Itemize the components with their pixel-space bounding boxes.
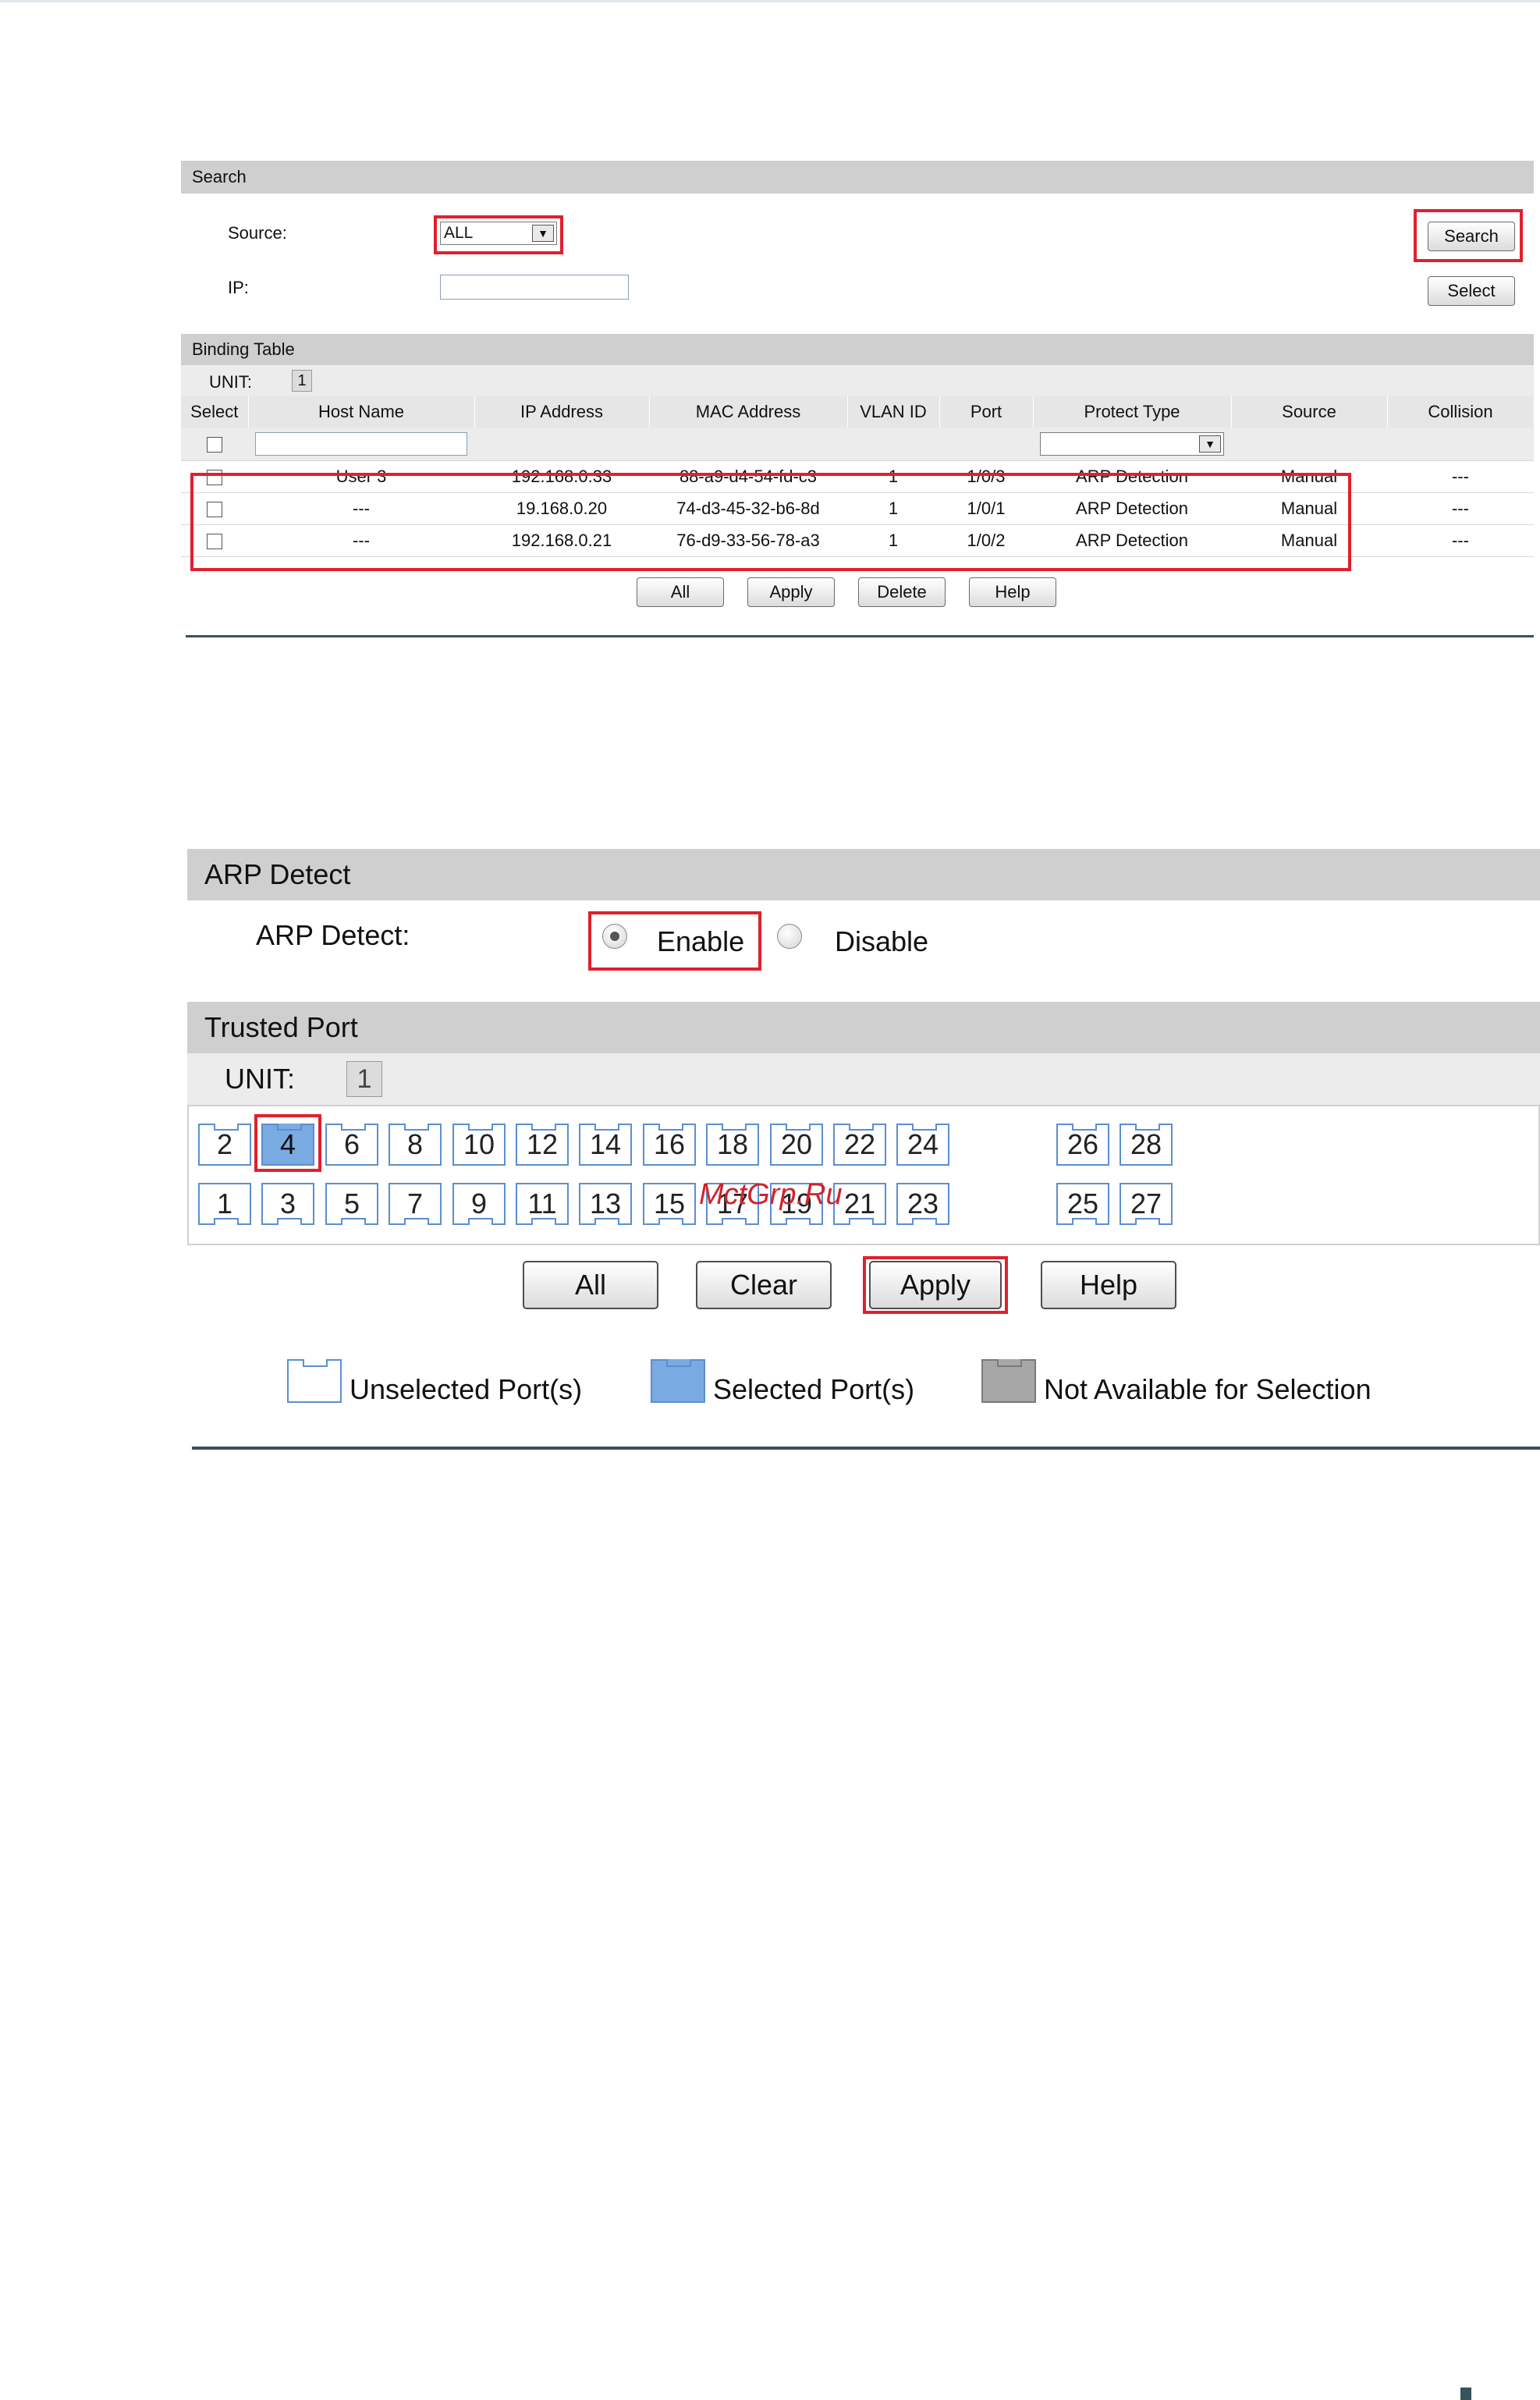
port-5[interactable]: 5 [325,1183,378,1225]
port-8[interactable]: 8 [389,1124,442,1166]
column-header: Host Name [248,396,475,428]
port-18[interactable]: 18 [706,1124,759,1166]
column-header: Source [1231,396,1388,428]
column-header: Port [939,396,1034,428]
top-rule [0,0,1540,2]
watermark: MctGrp.Ru [699,1178,843,1211]
port-10[interactable]: 10 [452,1124,506,1166]
column-header: VLAN ID [847,396,940,428]
protect-type-filter-select[interactable]: ▼ [1040,432,1224,456]
all-button[interactable]: All [637,577,724,607]
binding-section-title: Binding Table [181,334,1534,365]
port-1[interactable]: 1 [198,1183,251,1225]
arp-detect-panel: ARP Detect ARP Detect: Enable Disable Tr… [187,849,1540,1450]
legend-selected-label: Selected Port(s) [713,1373,915,1405]
help-button[interactable]: Help [969,577,1056,607]
search-section-title: Search [181,161,1534,193]
binding-unit-label: UNIT: [209,372,252,392]
host-name-filter-input[interactable] [255,432,467,456]
port-panel: 2 4 6 8 10 12 14 16 18 20 22 24 26 28 1 … [187,1105,1540,1245]
port-14[interactable]: 14 [579,1124,632,1166]
select-button[interactable]: Select [1428,276,1515,306]
enable-radio[interactable] [602,924,627,949]
port-20[interactable]: 20 [770,1124,823,1166]
selected-port-icon [651,1359,705,1403]
port-15[interactable]: 15 [643,1183,696,1225]
delete-button[interactable]: Delete [858,577,946,607]
port-25[interactable]: 25 [1056,1183,1109,1225]
arp-detect-label: ARP Detect: [256,919,410,951]
port-24[interactable]: 24 [896,1124,949,1166]
source-select[interactable]: ALL ▼ [440,222,557,245]
unavailable-port-icon [981,1359,1036,1403]
select-all-checkbox[interactable] [207,437,222,453]
enable-label: Enable [657,925,745,957]
apply-button[interactable]: Apply [869,1261,1002,1309]
disable-radio[interactable] [777,924,802,949]
legend-unavailable-label: Not Available for Selection [1044,1373,1371,1405]
port-6[interactable]: 6 [325,1124,378,1166]
port-22[interactable]: 22 [833,1124,886,1166]
port-27[interactable]: 27 [1120,1183,1173,1225]
port-13[interactable]: 13 [579,1183,632,1225]
port-16[interactable]: 16 [643,1124,696,1166]
column-header: Protect Type [1033,396,1232,428]
trusted-unit-row: UNIT: 1 [187,1053,1540,1105]
table-header-row: Select Host Name IP Address MAC Address … [181,396,1535,428]
ip-label: IP: [228,278,249,297]
page-marker [1460,2388,1471,2400]
trusted-unit-badge[interactable]: 1 [346,1061,382,1097]
search-button[interactable]: Search [1428,222,1515,251]
column-header: Select [181,396,249,428]
clear-button[interactable]: Clear [696,1261,832,1309]
binding-rows-highlight [190,473,1351,571]
port-23[interactable]: 23 [896,1183,949,1225]
port-2[interactable]: 2 [198,1124,251,1166]
port-9[interactable]: 9 [452,1183,506,1225]
binding-unit-row: UNIT: 1 [181,365,1534,396]
legend-unselected-label: Unselected Port(s) [350,1373,583,1405]
port-7[interactable]: 7 [389,1183,442,1225]
filter-row: ▼ [181,428,1534,461]
section-divider [192,1447,1540,1450]
all-button[interactable]: All [523,1261,658,1309]
binding-table-panel: Search Source: ALL ▼ IP: Search Select B… [181,161,1535,637]
chevron-down-icon: ▼ [1199,435,1221,453]
port-11[interactable]: 11 [516,1183,569,1225]
port-12[interactable]: 12 [516,1124,569,1166]
source-select-value: ALL [444,224,474,242]
section-divider [186,635,1534,637]
column-header: Collision [1387,396,1535,428]
binding-unit-badge[interactable]: 1 [292,370,312,392]
trusted-port-section-title: Trusted Port [187,1002,1540,1053]
port-4-highlight [254,1114,321,1172]
port-26[interactable]: 26 [1056,1124,1109,1166]
apply-button[interactable]: Apply [747,577,835,607]
trusted-unit-label: UNIT: [225,1063,295,1095]
disable-label: Disable [835,925,929,957]
column-header: IP Address [474,396,650,428]
arp-section-title: ARP Detect [187,849,1540,900]
collision-cell: --- [1387,492,1534,525]
column-header: MAC Address [649,396,848,428]
collision-cell: --- [1387,524,1534,557]
unselected-port-icon [287,1359,342,1403]
collision-cell: --- [1387,460,1534,493]
port-28[interactable]: 28 [1120,1124,1173,1166]
port-3[interactable]: 3 [261,1183,314,1225]
help-button[interactable]: Help [1041,1261,1176,1309]
source-label: Source: [228,223,287,243]
ip-input[interactable] [440,275,629,300]
chevron-down-icon: ▼ [532,225,554,242]
